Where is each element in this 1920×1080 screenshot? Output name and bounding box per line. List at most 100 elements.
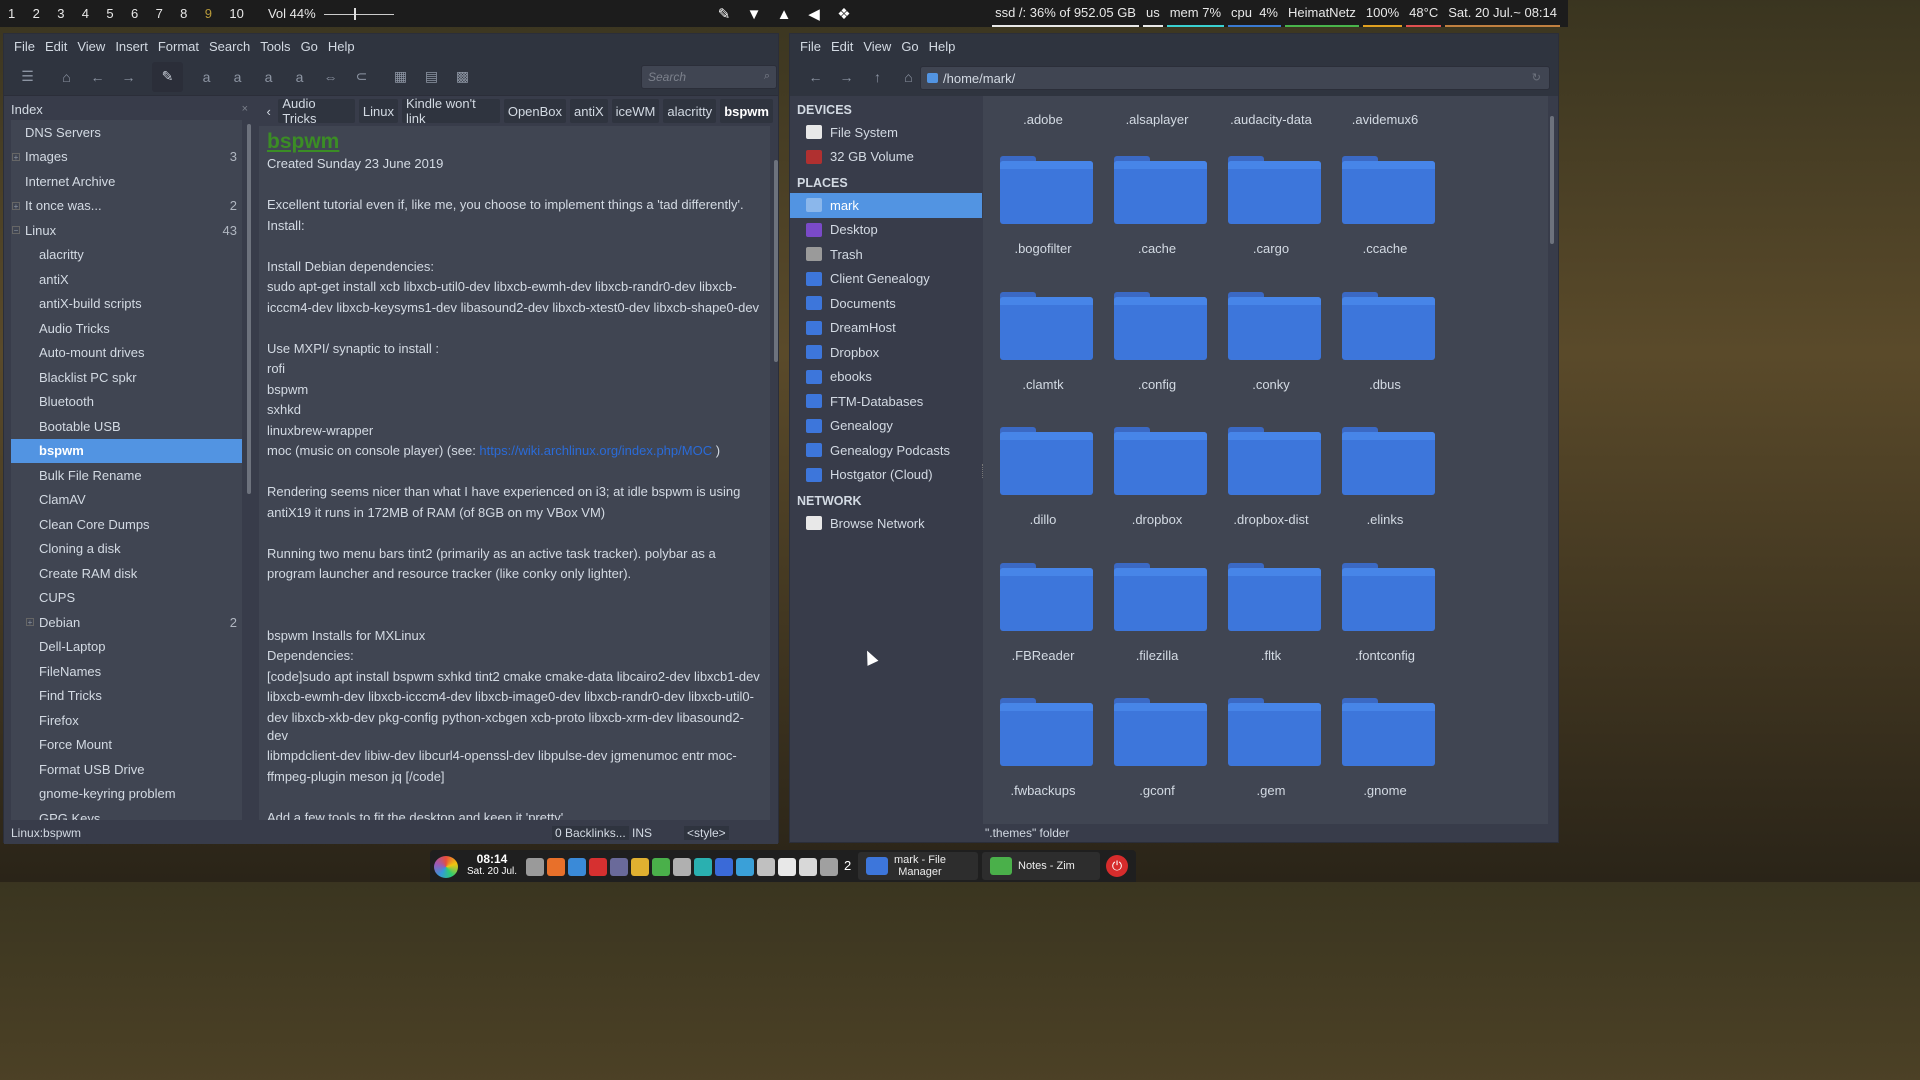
menu-help[interactable]: Help [323,39,360,54]
workspace-1[interactable]: 1 [6,6,31,21]
index-item[interactable]: Force Mount [11,733,242,758]
power-icon[interactable]: ⏻ [1106,855,1128,877]
menu-file[interactable]: File [9,39,40,54]
workspace-9[interactable]: 9 [203,6,228,21]
path-tab[interactable]: antiX [570,99,608,123]
index-item[interactable]: bspwm [11,438,242,463]
side-item[interactable]: Browse Network [790,511,982,536]
page-scrollbar[interactable] [774,160,778,362]
index-item[interactable]: FileNames [11,659,242,684]
edit-pencil-icon[interactable]: ✎ [152,61,183,92]
index-item[interactable]: CUPS [11,586,242,611]
menu-go[interactable]: Go [896,39,923,54]
wifi-icon[interactable]: ▼ [744,4,764,24]
workspace-3[interactable]: 3 [55,6,80,21]
side-item[interactable]: Genealogy Podcasts [790,438,982,463]
side-item[interactable]: Client Genealogy [790,267,982,292]
launcher-app-icon[interactable] [820,858,838,876]
spreadsheet-icon[interactable]: ▩ [447,62,478,92]
index-item[interactable]: gnome-keyring problem [11,782,242,807]
folder-item[interactable]: .dillo [986,427,1100,563]
search-icon[interactable]: ⌕ [764,70,770,83]
index-item[interactable]: Auto-mount drives [11,341,242,366]
index-item[interactable]: − Linux 43 [11,218,242,243]
back-arrow-icon[interactable]: ← [800,69,831,85]
speaker-icon[interactable]: ◀ [804,4,824,24]
index-item[interactable]: Find Tricks [11,684,242,709]
folder-item[interactable]: .dbus [1328,291,1442,428]
side-item[interactable]: FTM-Databases [790,389,982,414]
path-tab[interactable]: Kindle won't link [401,96,500,126]
index-item[interactable]: Cloning a disk [11,537,242,562]
index-item[interactable]: + Images 3 [11,145,242,170]
dropbox-icon[interactable]: ❖ [834,4,854,24]
workspace-8[interactable]: 8 [178,6,203,21]
menu-format[interactable]: Format [153,39,204,54]
side-item[interactable]: File System [790,120,982,145]
back-arrow-icon[interactable]: ← [82,62,113,92]
folder-item[interactable]: .filezilla [1100,562,1214,699]
forward-arrow-icon[interactable]: → [831,69,862,85]
menu-tools[interactable]: Tools [255,39,295,54]
file-grid-scrollbar[interactable] [1550,116,1554,244]
index-item[interactable]: GPG Keys [11,806,242,820]
expand-icon[interactable]: + [26,618,34,627]
workspace-10[interactable]: 10 [227,6,252,21]
side-item[interactable]: Trash [790,242,982,267]
index-item[interactable]: Blacklist PC spkr [11,365,242,390]
side-item[interactable]: Hostgator (Cloud) [790,463,982,488]
italic-icon[interactable]: a [222,62,253,92]
side-item[interactable]: Genealogy [790,414,982,439]
calendar-icon[interactable]: ▦ [385,62,416,92]
volume-control[interactable]: Vol 44% [268,6,394,21]
list-icon[interactable]: ☰ [12,62,43,92]
launcher-app-icon[interactable] [694,858,712,876]
strike-icon[interactable]: a [284,62,315,92]
launcher-app-icon[interactable] [631,858,649,876]
volume-slider[interactable] [323,7,394,20]
path-tab[interactable]: bspwm [720,99,773,123]
folder-item[interactable]: .elinks [1328,427,1442,563]
folder-item[interactable]: .FBReader [986,562,1100,699]
folder-item[interactable]: .gconf [1100,698,1214,824]
index-item[interactable]: + Debian 2 [11,610,242,635]
folder-item[interactable]: .audacity-data [1214,112,1328,132]
launcher-app-icon[interactable] [568,858,586,876]
folder-item[interactable]: .avidemux6 [1328,112,1442,132]
menu-view[interactable]: View [72,39,110,54]
index-scrollbar[interactable] [247,124,251,494]
index-item[interactable]: Bulk File Rename [11,463,242,488]
app-menu-icon[interactable] [434,856,458,878]
folder-item[interactable]: .dropbox-dist [1214,427,1328,563]
index-item[interactable]: Create RAM disk [11,561,242,586]
side-item[interactable]: mark [790,193,982,218]
close-index-icon[interactable]: × [242,103,248,115]
clipboard-icon[interactable]: ▤ [416,62,447,92]
index-item[interactable]: alacritty [11,243,242,268]
menu-insert[interactable]: Insert [110,39,153,54]
menu-edit[interactable]: Edit [40,39,72,54]
folder-item[interactable]: .cache [1100,156,1214,292]
workspace-4[interactable]: 4 [80,6,105,21]
backlinks-button[interactable]: 0 Backlinks... [552,826,629,840]
index-item[interactable]: DNS Servers [11,120,242,145]
folder-item[interactable]: .fwbackups [986,698,1100,824]
folder-item[interactable]: .fltk [1214,562,1328,699]
side-item[interactable]: Documents [790,291,982,316]
workspace-7[interactable]: 7 [154,6,179,21]
expand-icon[interactable]: + [12,152,20,161]
location-bar[interactable]: /home/mark/ ↻ [920,66,1550,90]
folder-item[interactable]: .conky [1214,291,1328,428]
notification-bell-icon[interactable]: ▲ [774,4,794,24]
index-item[interactable]: Format USB Drive [11,757,242,782]
workspace-5[interactable]: 5 [104,6,129,21]
folder-item[interactable]: .gnome [1328,698,1442,824]
side-item[interactable]: Desktop [790,218,982,243]
index-item[interactable]: Clean Core Dumps [11,512,242,537]
style-button[interactable]: <style> [684,826,729,840]
index-item[interactable]: Audio Tricks [11,316,242,341]
launcher-app-icon[interactable] [757,858,775,876]
menu-go[interactable]: Go [296,39,323,54]
menu-view[interactable]: View [858,39,896,54]
folder-item[interactable]: .clamtk [986,291,1100,428]
